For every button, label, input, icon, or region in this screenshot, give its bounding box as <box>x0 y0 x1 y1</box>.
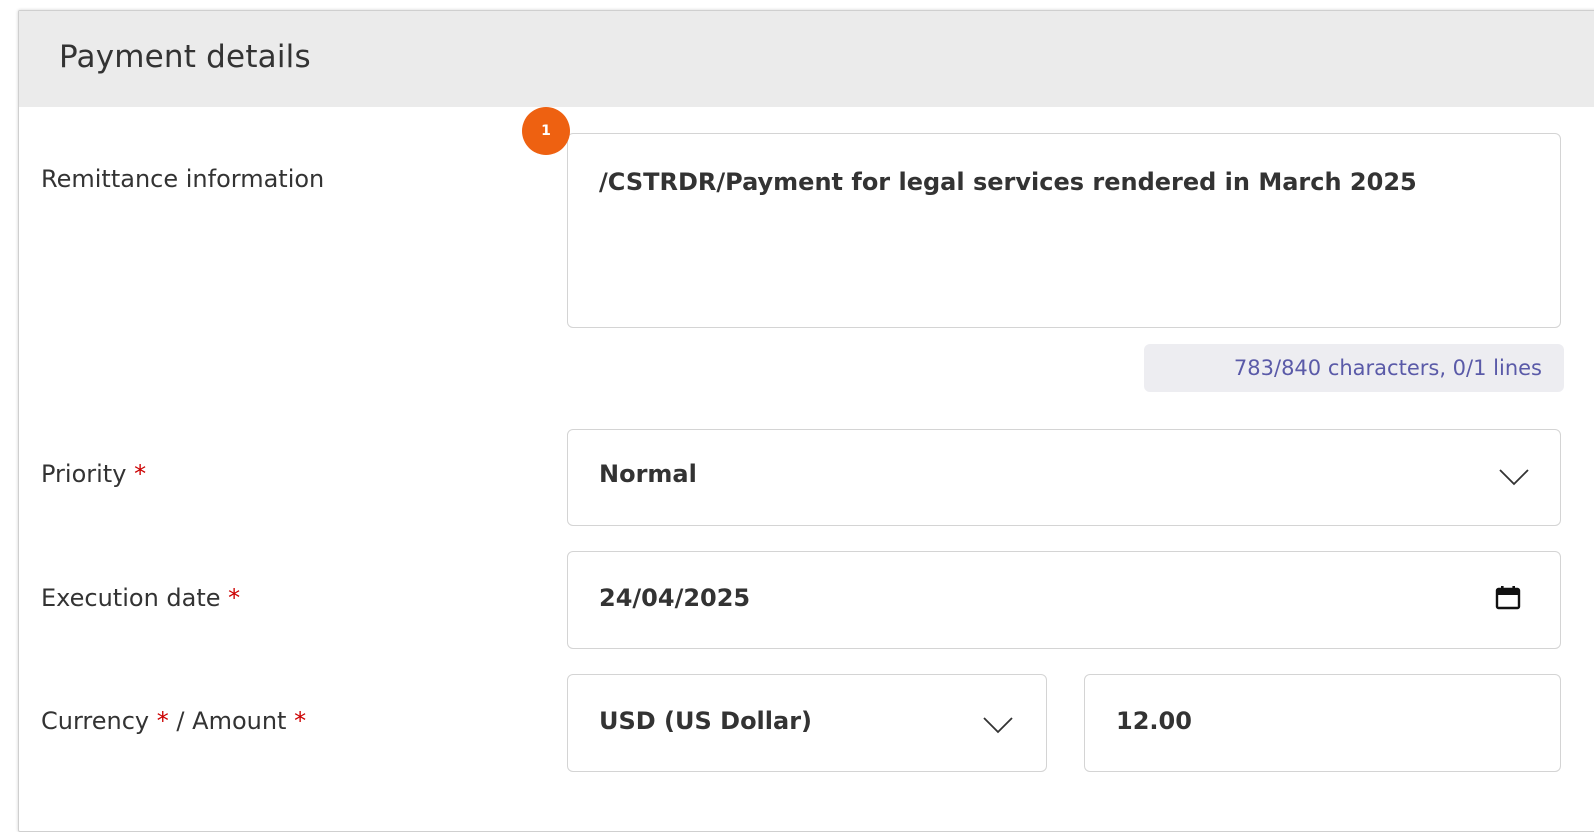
character-counter: 783/840 characters, 0/1 lines <box>1144 344 1564 392</box>
panel-title: Payment details <box>59 39 311 75</box>
label-separator: / <box>176 707 185 735</box>
step-badge: 1 <box>522 107 570 155</box>
execution-date-input[interactable]: 24/04/2025 <box>567 551 1561 649</box>
chevron-down-icon <box>1499 469 1529 486</box>
required-mark: * <box>156 707 169 735</box>
priority-label: Priority * <box>41 460 146 488</box>
calendar-icon[interactable] <box>1495 585 1521 611</box>
remittance-value: /CSTRDR/Payment for legal services rende… <box>599 168 1417 196</box>
required-mark: * <box>228 584 241 612</box>
priority-value: Normal <box>599 460 697 488</box>
panel-header: Payment details <box>19 11 1594 107</box>
amount-value: 12.00 <box>1116 707 1192 735</box>
required-mark: * <box>134 460 147 488</box>
execution-date-label-text: Execution date <box>41 584 221 612</box>
currency-select[interactable]: USD (US Dollar) <box>567 674 1047 772</box>
priority-select[interactable]: Normal <box>567 429 1561 526</box>
execution-date-value: 24/04/2025 <box>599 584 751 612</box>
priority-label-text: Priority <box>41 460 127 488</box>
currency-value: USD (US Dollar) <box>599 707 813 735</box>
amount-label-text: Amount <box>192 707 287 735</box>
currency-amount-label: Currency * / Amount * <box>41 707 306 735</box>
chevron-down-icon <box>983 717 1013 734</box>
execution-date-label: Execution date * <box>41 584 240 612</box>
required-mark: * <box>294 707 307 735</box>
remittance-textarea[interactable]: /CSTRDR/Payment for legal services rende… <box>567 133 1561 328</box>
currency-label-text: Currency <box>41 707 150 735</box>
remittance-label: Remittance information <box>41 165 325 193</box>
amount-input[interactable]: 12.00 <box>1084 674 1561 772</box>
